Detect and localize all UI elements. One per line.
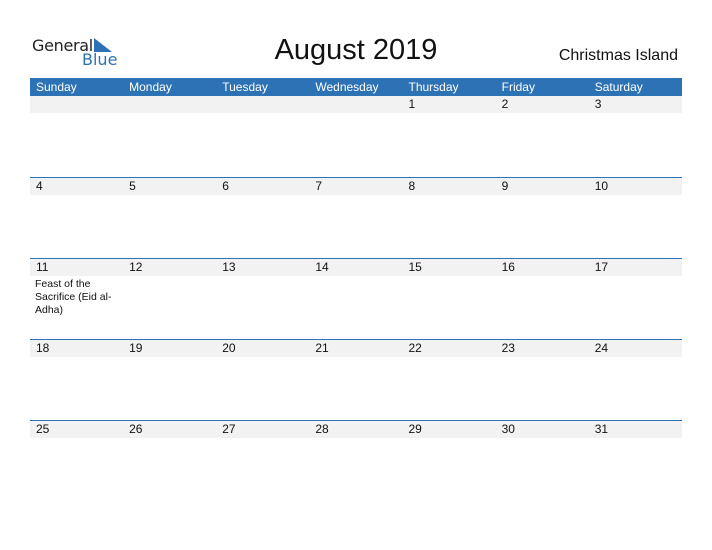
day-cell: 11 Feast of the Sacrifice (Eid al-Adha) (30, 259, 124, 340)
weekday-header: Sunday Monday Tuesday Wednesday Thursday Frid… (30, 78, 682, 96)
day-number: 14 (309, 259, 403, 276)
day-cell: 6 (216, 178, 310, 259)
day-number: 13 (216, 259, 310, 276)
day-number: 22 (402, 340, 496, 357)
day-cell: 22 (402, 340, 496, 421)
day-cell: 26 (123, 421, 217, 502)
day-number: 7 (309, 178, 403, 195)
day-number (30, 96, 124, 113)
day-number: 17 (588, 259, 682, 276)
day-number: 12 (123, 259, 217, 276)
day-cell: 24 (588, 340, 682, 421)
day-cell: 29 (402, 421, 496, 502)
day-cell: 31 (588, 421, 682, 502)
day-cell: 2 (495, 96, 589, 177)
day-cell (309, 96, 403, 177)
day-number: 31 (588, 421, 682, 438)
day-number: 30 (495, 421, 589, 438)
day-cell: 1 (402, 96, 496, 177)
day-number: 23 (495, 340, 589, 357)
day-number: 26 (123, 421, 217, 438)
weekday-thursday: Thursday (408, 80, 459, 94)
day-cell: 20 (216, 340, 310, 421)
day-number: 8 (402, 178, 496, 195)
calendar-page: General Blue August 2019 Christmas Islan… (0, 0, 712, 550)
day-cell: 12 (123, 259, 217, 340)
day-number (123, 96, 217, 113)
day-number: 20 (216, 340, 310, 357)
day-number: 18 (30, 340, 124, 357)
day-cell: 28 (309, 421, 403, 502)
day-cell: 23 (495, 340, 589, 421)
day-cell: 10 (588, 178, 682, 259)
day-number: 19 (123, 340, 217, 357)
day-cell: 14 (309, 259, 403, 340)
region-label: Christmas Island (558, 47, 678, 64)
day-cell: 30 (495, 421, 589, 502)
day-cell (30, 96, 124, 177)
day-number: 6 (216, 178, 310, 195)
day-number: 5 (123, 178, 217, 195)
weekday-saturday: Saturday (594, 80, 643, 94)
day-number: 29 (402, 421, 496, 438)
day-cell: 9 (495, 178, 589, 259)
weekday-friday: Friday (501, 80, 535, 94)
day-cell (123, 96, 217, 177)
week-row: 123 (30, 96, 682, 177)
day-cell: 3 (588, 96, 682, 177)
day-cell: 8 (402, 178, 496, 259)
weekday-wednesday: Wednesday (315, 80, 379, 94)
day-number: 16 (495, 259, 589, 276)
week-row: 25 26 27 28 29 30 31 (30, 420, 682, 502)
day-number: 27 (216, 421, 310, 438)
day-cell: 18 (30, 340, 124, 421)
day-number: 28 (309, 421, 403, 438)
week-row: 18 19 20 21 22 23 24 (30, 339, 682, 421)
day-cell: 4 (30, 178, 124, 259)
week-row: 11 Feast of the Sacrifice (Eid al-Adha) 12… (30, 258, 682, 340)
day-cell: 13 (216, 259, 310, 340)
day-cell: 15 (402, 259, 496, 340)
day-cell: 5 (123, 178, 217, 259)
day-number: 11 (30, 259, 124, 276)
day-number: 10 (588, 178, 682, 195)
day-cell: 27 (216, 421, 310, 502)
weekday-monday: Monday (129, 80, 172, 94)
weekday-sunday: Sunday (36, 80, 77, 94)
day-number (216, 96, 310, 113)
day-number: 25 (30, 421, 124, 438)
day-number: 15 (402, 259, 496, 276)
holiday-event: Feast of the Sacrifice (Eid al-Adha) (35, 278, 112, 316)
day-cell: 7 (309, 178, 403, 259)
day-number: 21 (309, 340, 403, 357)
week-row: 4 5 6 7 8 9 10 (30, 177, 682, 259)
day-cell: 21 (309, 340, 403, 421)
day-cell: 16 (495, 259, 589, 340)
day-number: 4 (30, 178, 124, 195)
day-number: 2 (495, 96, 589, 113)
day-number: 1 (402, 96, 496, 113)
day-number: 3 (588, 96, 682, 113)
weekday-tuesday: Tuesday (222, 80, 268, 94)
day-cell: 19 (123, 340, 217, 421)
day-cell: 17 (588, 259, 682, 340)
day-number: 24 (588, 340, 682, 357)
day-number (309, 96, 403, 113)
day-cell: 25 (30, 421, 124, 502)
day-cell (216, 96, 310, 177)
day-number: 9 (495, 178, 589, 195)
